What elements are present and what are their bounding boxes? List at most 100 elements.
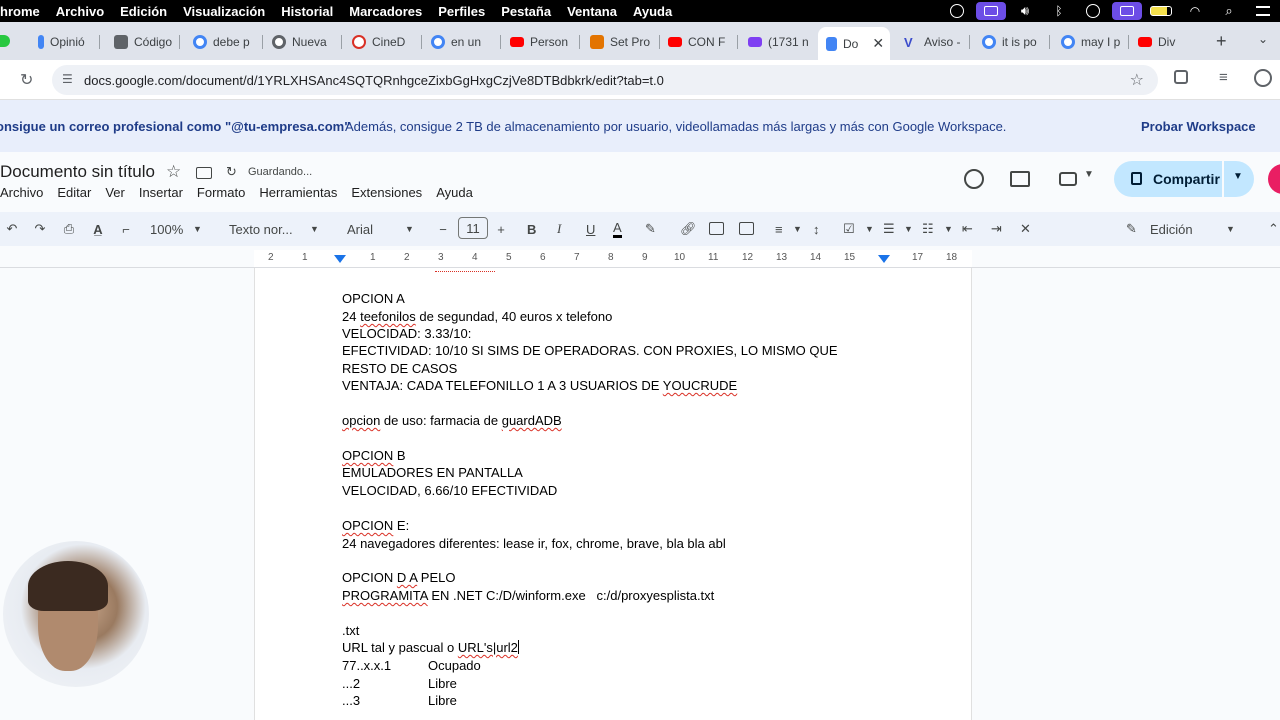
zoom-select[interactable]: 100% <box>150 220 183 238</box>
print-icon[interactable]: ⎙ <box>61 220 77 238</box>
control-center-icon[interactable] <box>1246 0 1280 22</box>
doc-line[interactable]: OPCION B <box>342 448 406 463</box>
browser-tab-active[interactable]: Do ✕ <box>818 27 890 60</box>
browser-tab[interactable]: en un <box>431 27 501 57</box>
bullet-dropdown-icon[interactable]: ▼ <box>904 220 913 238</box>
media-icon[interactable]: ≡ <box>1219 69 1228 86</box>
docs-menu-extensiones[interactable]: Extensiones <box>351 185 422 200</box>
doc-line[interactable]: VELOCIDAD, 6.66/10 EFECTIVIDAD <box>342 483 557 498</box>
cast-icon[interactable] <box>974 0 1008 22</box>
document-title[interactable]: Documento sin título <box>0 162 155 182</box>
font-size-input[interactable]: 11 <box>458 217 488 239</box>
menu-archivo[interactable]: Archivo <box>48 4 112 19</box>
collapse-icon[interactable]: ⌃ <box>1268 220 1279 238</box>
app-menu[interactable]: hrome <box>0 4 48 19</box>
redo-icon[interactable]: ↷ <box>32 220 48 238</box>
style-select[interactable]: Texto nor... <box>229 220 293 238</box>
site-info-icon[interactable]: ☰ <box>62 72 73 86</box>
align-dropdown-icon[interactable]: ▼ <box>793 220 802 238</box>
font-dropdown-icon[interactable]: ▼ <box>405 220 414 238</box>
window-icon[interactable] <box>1110 0 1144 22</box>
try-workspace-link[interactable]: Probar Workspace <box>1141 119 1256 134</box>
decrease-size-icon[interactable]: − <box>437 220 449 238</box>
play-icon[interactable] <box>1076 0 1110 22</box>
bookmark-star-icon[interactable]: ☆ <box>1130 70 1144 90</box>
browser-tab[interactable]: CON F <box>668 27 738 57</box>
menu-ventana[interactable]: Ventana <box>559 4 625 19</box>
doc-line[interactable]: RESTO DE CASOS <box>342 361 457 376</box>
decrease-indent-icon[interactable]: ⇤ <box>962 220 973 238</box>
doc-line[interactable]: Ocupado <box>428 658 481 673</box>
spotlight-icon[interactable]: ⌕ <box>1212 0 1246 22</box>
menu-visualizacion[interactable]: Visualización <box>175 4 273 19</box>
browser-tab[interactable]: Person <box>510 27 580 57</box>
numbered-list-icon[interactable]: ☷ <box>922 220 934 238</box>
docs-menu-herramientas[interactable]: Herramientas <box>259 185 337 200</box>
bold-icon[interactable]: B <box>527 220 536 238</box>
doc-line[interactable]: .txt <box>342 623 359 638</box>
docs-menu-formato[interactable]: Formato <box>197 185 245 200</box>
browser-tab[interactable]: Set Pro <box>590 27 660 57</box>
mode-dropdown-icon[interactable]: ▼ <box>1226 220 1235 238</box>
undo-icon[interactable]: ↶ <box>4 220 20 238</box>
new-tab-icon[interactable]: + <box>1216 31 1227 52</box>
doc-line[interactable]: OPCION A <box>342 291 405 306</box>
align-icon[interactable]: ≡ <box>775 220 783 238</box>
wifi-icon[interactable]: ◠ <box>1178 0 1212 22</box>
font-select[interactable]: Arial <box>347 220 373 238</box>
menu-edicion[interactable]: Edición <box>112 4 175 19</box>
link-icon[interactable]: 🔗︎ <box>680 220 697 238</box>
doc-line[interactable]: Libre <box>428 693 457 708</box>
clear-format-icon[interactable]: ✕ <box>1020 220 1031 238</box>
browser-tab[interactable]: Opinió <box>38 27 100 57</box>
menu-perfiles[interactable]: Perfiles <box>430 4 493 19</box>
share-button[interactable]: Compartir ▼ <box>1114 161 1254 197</box>
text-color-icon[interactable]: A <box>613 220 622 238</box>
increase-indent-icon[interactable]: ⇥ <box>991 220 1002 238</box>
account-avatar[interactable] <box>1268 164 1280 194</box>
mode-select[interactable]: Edición <box>1150 220 1193 238</box>
comments-icon[interactable] <box>1010 171 1030 187</box>
url-text[interactable]: docs.google.com/document/d/1YRLXHSAnc4SQ… <box>84 73 664 88</box>
italic-icon[interactable]: I <box>557 220 561 238</box>
zoom-dropdown-icon[interactable]: ▼ <box>193 220 202 238</box>
doc-line[interactable]: OPCION D A PELO <box>342 570 455 585</box>
profile-icon[interactable] <box>1254 69 1272 87</box>
browser-tab[interactable]: Código <box>114 27 180 57</box>
star-icon[interactable]: ☆ <box>166 162 181 182</box>
checklist-icon[interactable]: ☑ <box>843 220 855 238</box>
docs-menu-archivo[interactable]: Archivo <box>0 185 43 200</box>
doc-line[interactable]: 24 navegadores diferentes: lease ir, fox… <box>342 536 726 551</box>
doc-line[interactable]: OPCION E: <box>342 518 409 533</box>
volume-icon[interactable]: 🔊︎ <box>1008 0 1042 22</box>
doc-line[interactable]: PROGRAMITA EN .NET C:/D/winform.exe c:/d… <box>342 588 714 603</box>
doc-line[interactable]: VELOCIDAD: 3.33/10: <box>342 326 471 341</box>
menu-ayuda[interactable]: Ayuda <box>625 4 680 19</box>
line-spacing-icon[interactable]: ↕ <box>813 220 820 238</box>
window-control-green-icon[interactable] <box>0 35 10 47</box>
indent-marker-icon[interactable] <box>334 255 346 263</box>
spellcheck-icon[interactable]: A̲ <box>90 220 106 238</box>
version-history-icon[interactable] <box>964 169 984 189</box>
doc-line[interactable]: Libre <box>428 676 457 691</box>
browser-tab[interactable]: (1731 n <box>748 27 814 57</box>
doc-line[interactable]: ...2 <box>342 676 360 691</box>
menu-pestana[interactable]: Pestaña <box>493 4 559 19</box>
doc-line[interactable]: 24 teefonilos de segundad, 40 euros x te… <box>342 309 612 324</box>
browser-tab[interactable]: debe p <box>193 27 263 57</box>
right-indent-marker-icon[interactable] <box>878 255 890 263</box>
docs-menu-ayuda[interactable]: Ayuda <box>436 185 473 200</box>
doc-line[interactable]: EMULADORES EN PANTALLA <box>342 465 523 480</box>
browser-tab[interactable]: Nueva <box>272 27 342 57</box>
browser-tab[interactable]: V Aviso - <box>904 27 970 57</box>
bullet-list-icon[interactable]: ☰ <box>883 220 895 238</box>
bluetooth-icon[interactable]: ᛒ <box>1042 0 1076 22</box>
battery-icon[interactable] <box>1144 0 1178 22</box>
browser-tab[interactable]: it is po <box>982 27 1050 57</box>
share-dropdown-icon[interactable]: ▼ <box>1233 171 1243 182</box>
extensions-icon[interactable] <box>1174 70 1188 84</box>
doc-line[interactable]: VENTAJA: CADA TELEFONILLO 1 A 3 USUARIOS… <box>342 378 737 393</box>
move-folder-icon[interactable] <box>196 167 212 179</box>
checklist-dropdown-icon[interactable]: ▼ <box>865 220 874 238</box>
underline-icon[interactable]: U <box>586 220 595 238</box>
